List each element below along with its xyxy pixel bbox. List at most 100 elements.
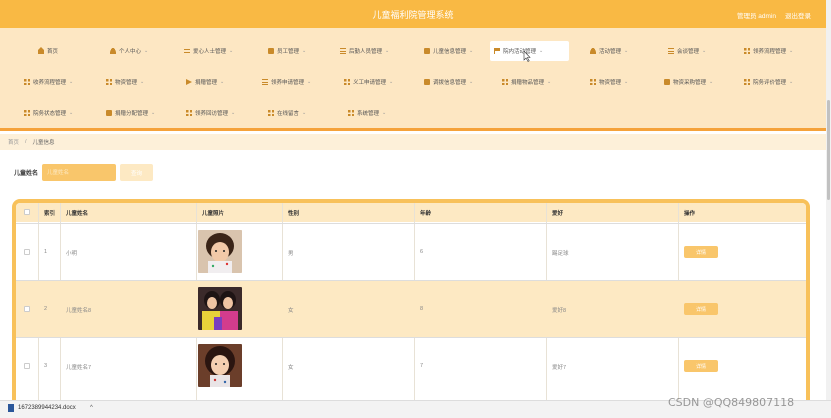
nav-item-donors[interactable]: 爱心人士管理 ⌄ <box>180 41 237 61</box>
breadcrumb-separator: / <box>25 139 27 145</box>
user-icon <box>590 48 596 54</box>
nav-item-donated-goods[interactable]: 捐赠物品管理 ⌄ <box>498 72 555 92</box>
chevron-up-icon[interactable]: ^ <box>90 405 93 411</box>
nav-item-label: 爱心人士管理 <box>193 49 227 55</box>
nav-item-evaluation[interactable]: 院务评价管理 ⌄ <box>740 72 797 92</box>
child-name: 儿童姓名8 <box>66 308 92 314</box>
detail-button[interactable]: 详情 <box>684 246 718 258</box>
nav-item-staff[interactable]: 员工管理 ⌄ <box>264 41 310 61</box>
nav-item-label: 员工管理 <box>277 49 300 55</box>
row-checkbox[interactable] <box>24 249 30 255</box>
nav-item-children[interactable]: 儿童信息管理 ⌄ <box>420 41 477 61</box>
chevron-down-icon: ⌄ <box>709 79 714 85</box>
nav-item-allocation[interactable]: 捐赠分配管理 ⌄ <box>102 103 159 123</box>
nav-item-label: 捐赠分配管理 <box>115 111 149 117</box>
row-checkbox[interactable] <box>24 363 30 369</box>
box-icon <box>424 48 430 54</box>
detail-button[interactable]: 详情 <box>684 303 718 315</box>
box-icon <box>106 110 112 116</box>
nav-item-followup[interactable]: 领养回访管理 ⌄ <box>182 103 239 123</box>
detail-button[interactable]: 详情 <box>684 360 718 372</box>
chevron-down-icon: ⌄ <box>307 79 312 85</box>
breadcrumb-home[interactable]: 首页 <box>8 138 19 146</box>
nav-item-donations[interactable]: 捐赠管理 ⌄ <box>182 72 228 92</box>
chevron-down-icon: ⌄ <box>229 48 234 54</box>
list-icon <box>262 79 268 85</box>
child-name: 儿童姓名7 <box>66 365 92 371</box>
grid-icon <box>348 110 354 116</box>
nav-item-materials[interactable]: 物资管理 ⌄ <box>586 72 632 92</box>
search-input[interactable] <box>42 164 116 181</box>
nav-item-adopt-apply[interactable]: 领养申请管理 ⌄ <box>258 72 315 92</box>
grid-icon <box>268 110 274 116</box>
chevron-down-icon: ⌄ <box>624 79 629 85</box>
child-gender: 女 <box>288 308 294 314</box>
grid-icon <box>744 48 750 54</box>
search-button[interactable]: 查询 <box>120 164 153 181</box>
chevron-down-icon: ⌄ <box>789 79 794 85</box>
list-icon <box>340 48 346 54</box>
box-icon <box>664 79 670 85</box>
chevron-down-icon: ⌄ <box>547 79 552 85</box>
nav-menu: 首页 个人中心 ⌄ 爱心人士管理 ⌄ 员工管理 ⌄ 后勤人员管理 ⌄ 儿童信息管理 ⌄ 院… <box>0 28 826 128</box>
nav-item-label: 后勤人员管理 <box>349 49 383 55</box>
top-header: 儿童福利院管理系统 管理员 admin 退出登录 <box>0 0 826 28</box>
chevron-down-icon: ⌄ <box>231 110 236 116</box>
chevron-down-icon: ⌄ <box>220 79 225 85</box>
sliders-icon <box>184 48 190 54</box>
nav-item-label: 在线留言 <box>277 111 300 117</box>
download-filename: 1672389944234.docx <box>18 405 76 411</box>
grid-icon <box>502 79 508 85</box>
nav-item-personal[interactable]: 个人中心 ⌄ <box>106 41 152 61</box>
scrollbar-thumb[interactable] <box>827 100 830 200</box>
chevron-down-icon: ⌄ <box>385 48 390 54</box>
nav-item-volunteer-apply[interactable]: 义工申请管理 ⌄ <box>340 72 397 92</box>
welcome-text: 管理员 admin <box>737 13 777 20</box>
chevron-down-icon: ⌄ <box>389 79 394 85</box>
column-header-index: 索引 <box>44 211 56 217</box>
nav-item-label: 调拨信息管理 <box>433 80 467 86</box>
nav-item-label: 系统管理 <box>357 111 380 117</box>
chevron-down-icon: ⌄ <box>144 48 149 54</box>
nav-item-meetings[interactable]: 会谈管理 ⌄ <box>664 41 710 61</box>
app-title: 儿童福利院管理系统 <box>372 10 454 20</box>
column-header-name: 儿童姓名 <box>66 211 89 217</box>
row-index: 3 <box>44 363 48 369</box>
nav-item-label: 领养申请管理 <box>271 80 305 86</box>
column-header-action: 操作 <box>684 211 696 217</box>
chevron-down-icon: ⌄ <box>702 48 707 54</box>
row-checkbox[interactable] <box>24 306 30 312</box>
nav-item-logistics[interactable]: 后勤人员管理 ⌄ <box>336 41 393 61</box>
chevron-down-icon: ⌄ <box>789 48 794 54</box>
nav-item-foster-flow[interactable]: 收养流程管理 ⌄ <box>20 72 77 92</box>
chevron-down-icon: ⌄ <box>382 110 387 116</box>
nav-item-messages[interactable]: 在线留言 ⌄ <box>264 103 310 123</box>
grid-icon <box>590 79 596 85</box>
nav-item-label: 个人中心 <box>119 49 142 55</box>
grid-icon <box>106 79 112 85</box>
grid-icon <box>24 110 30 116</box>
nav-item-events[interactable]: 活动管理 ⌄ <box>586 41 632 61</box>
data-table: 索引 儿童姓名 儿童照片 性别 年龄 爱好 操作 1 小明 男 6 踢足球 详情… <box>12 199 810 413</box>
nav-item-adoption-flow[interactable]: 领养流程管理 ⌄ <box>740 41 797 61</box>
nav-item-transfer[interactable]: 调拨信息管理 ⌄ <box>420 72 477 92</box>
nav-item-label: 物资采购管理 <box>673 80 707 86</box>
plane-icon <box>186 79 192 85</box>
nav-item-system[interactable]: 系统管理 ⌄ <box>344 103 390 123</box>
table-header: 索引 儿童姓名 儿童照片 性别 年龄 爱好 操作 <box>16 203 806 222</box>
user-icon <box>110 48 116 54</box>
nav-item-status[interactable]: 院务状态管理 ⌄ <box>20 103 77 123</box>
page-scrollbar[interactable] <box>826 0 831 400</box>
logout-link[interactable]: 退出登录 <box>785 10 811 20</box>
nav-item-label: 院务评价管理 <box>753 80 787 86</box>
list-icon <box>668 48 674 54</box>
nav-item-label: 收养流程管理 <box>33 80 67 86</box>
nav-item-home[interactable]: 首页 <box>34 41 62 61</box>
nav-item-label: 活动管理 <box>599 49 622 55</box>
nav-item-supplies[interactable]: 物资管理 ⌄ <box>102 72 148 92</box>
select-all-checkbox[interactable] <box>24 209 30 215</box>
download-item[interactable]: 1672389944234.docx <box>8 404 76 412</box>
nav-item-purchase[interactable]: 物资采购管理 ⌄ <box>660 72 717 92</box>
chevron-down-icon: ⌄ <box>302 110 307 116</box>
nav-item-label: 物资管理 <box>115 80 138 86</box>
